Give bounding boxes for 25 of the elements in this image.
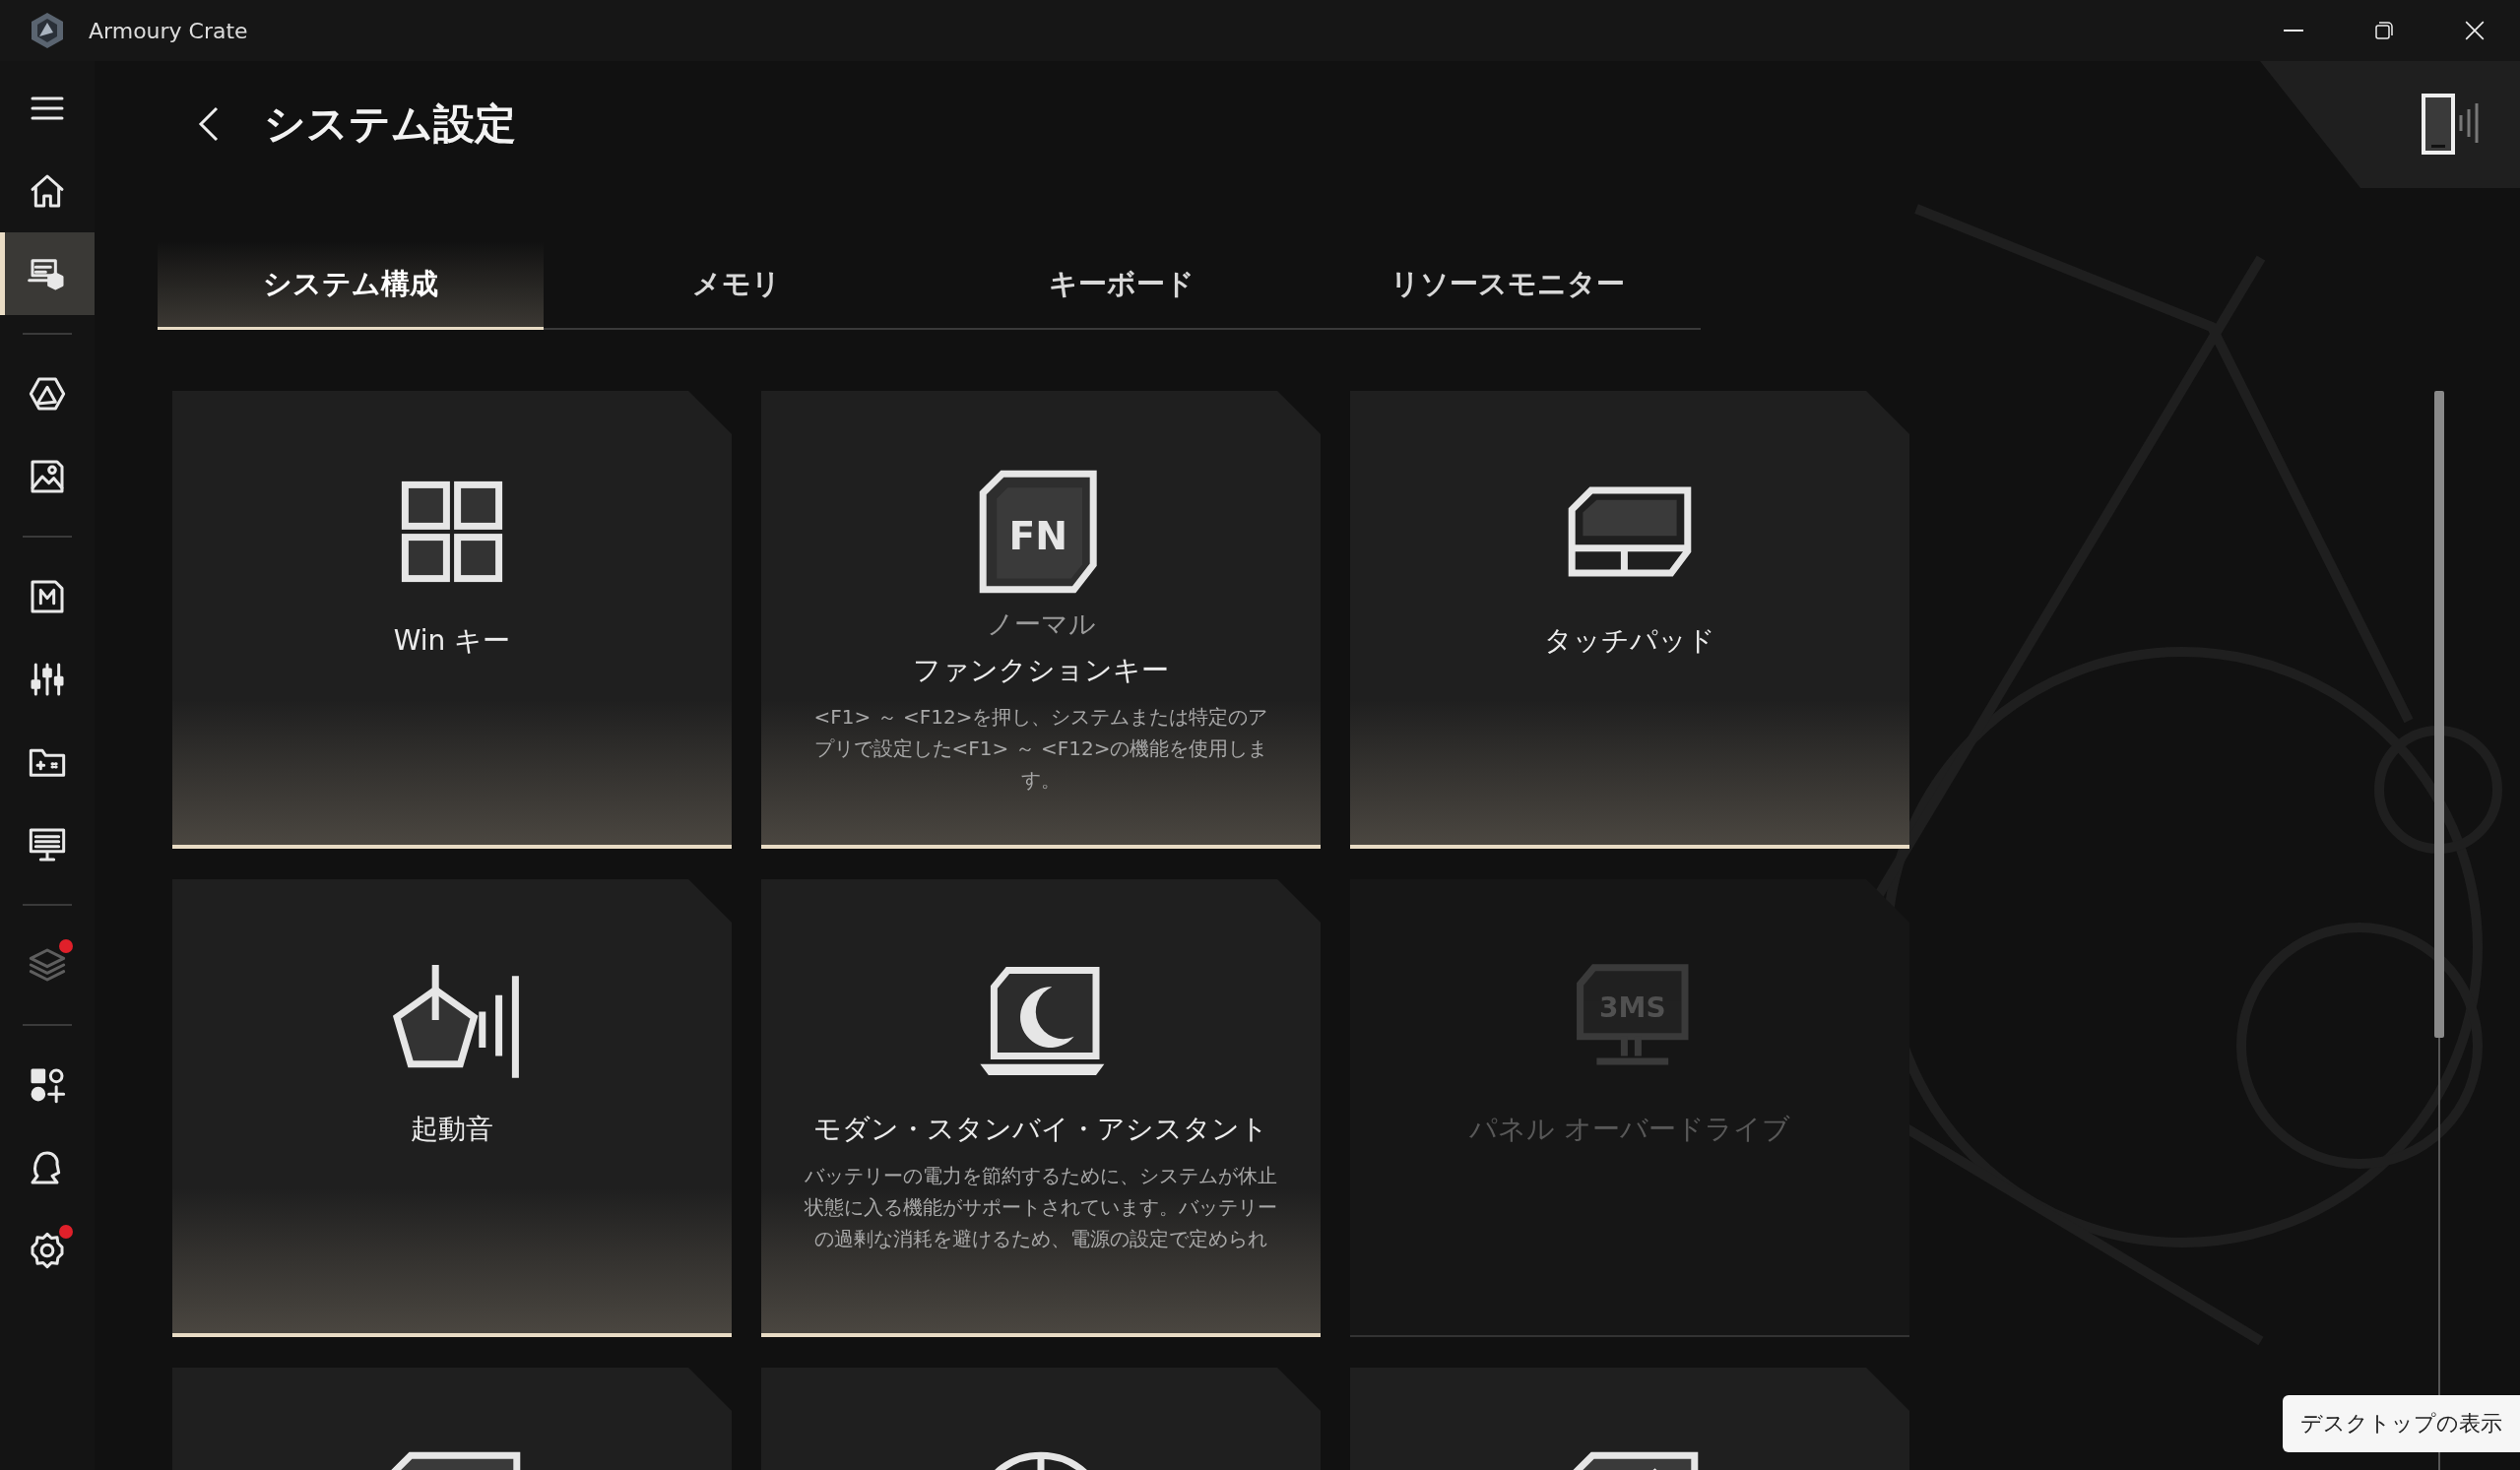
feature-card[interactable]: モダン・スタンバイ・アシスタント バッテリーの電力を節約するために、システムが休止状態に入る機能がサポートされています。バッテリーの過剰な消耗を避けるため、電源の設定で定められ [761, 879, 1321, 1337]
card-description: <F1> ～ <F12>を押し、システムまたは特定のアプリで設定した<F1> ～ <F12>の機能を使用します。 [812, 704, 1269, 794]
tab[interactable]: リソースモニター [1315, 241, 1701, 330]
card-label: ファンクションキー [913, 653, 1169, 688]
feature-card[interactable]: 起動音 [172, 879, 732, 1337]
card-label: パネル オーバードライブ [1469, 1112, 1790, 1147]
card-label: タッチパッド [1544, 623, 1715, 659]
feature-card[interactable]: FN ノーマル ファンクションキー <F1> ～ <F12>を押し、システムまたは特定のアプリで設定した<F1> ～ <F12>の機能を使用します。 [761, 391, 1321, 849]
tab[interactable]: キーボード [929, 241, 1316, 330]
page-title: システム設定 [264, 98, 516, 150]
card-label: Win キー [393, 623, 511, 659]
close-icon [2464, 20, 2486, 41]
window-title: Armoury Crate [89, 18, 248, 43]
card-label: 起動音 [411, 1112, 493, 1147]
card-label: モダン・スタンバイ・アシスタント [813, 1112, 1268, 1147]
minimize-icon [2284, 30, 2303, 32]
card-description: バッテリーの電力を節約するために、システムが休止状態に入る機能がサポートされています。バッテリーの過剰な消耗を避けるため、電源の設定で定められ [805, 1163, 1277, 1252]
tooltip: デスクトップの表示 [2283, 1395, 2520, 1452]
feature-card[interactable]: タッチパッド [1350, 391, 1909, 849]
status-text: ノーマル [986, 607, 1096, 641]
feature-card[interactable]: Win キー [172, 391, 732, 849]
sidebar-item[interactable] [0, 232, 95, 315]
scrollbar-thumb[interactable] [2434, 391, 2444, 1038]
restore-icon [2374, 21, 2394, 40]
tab[interactable]: メモリ [543, 241, 930, 330]
